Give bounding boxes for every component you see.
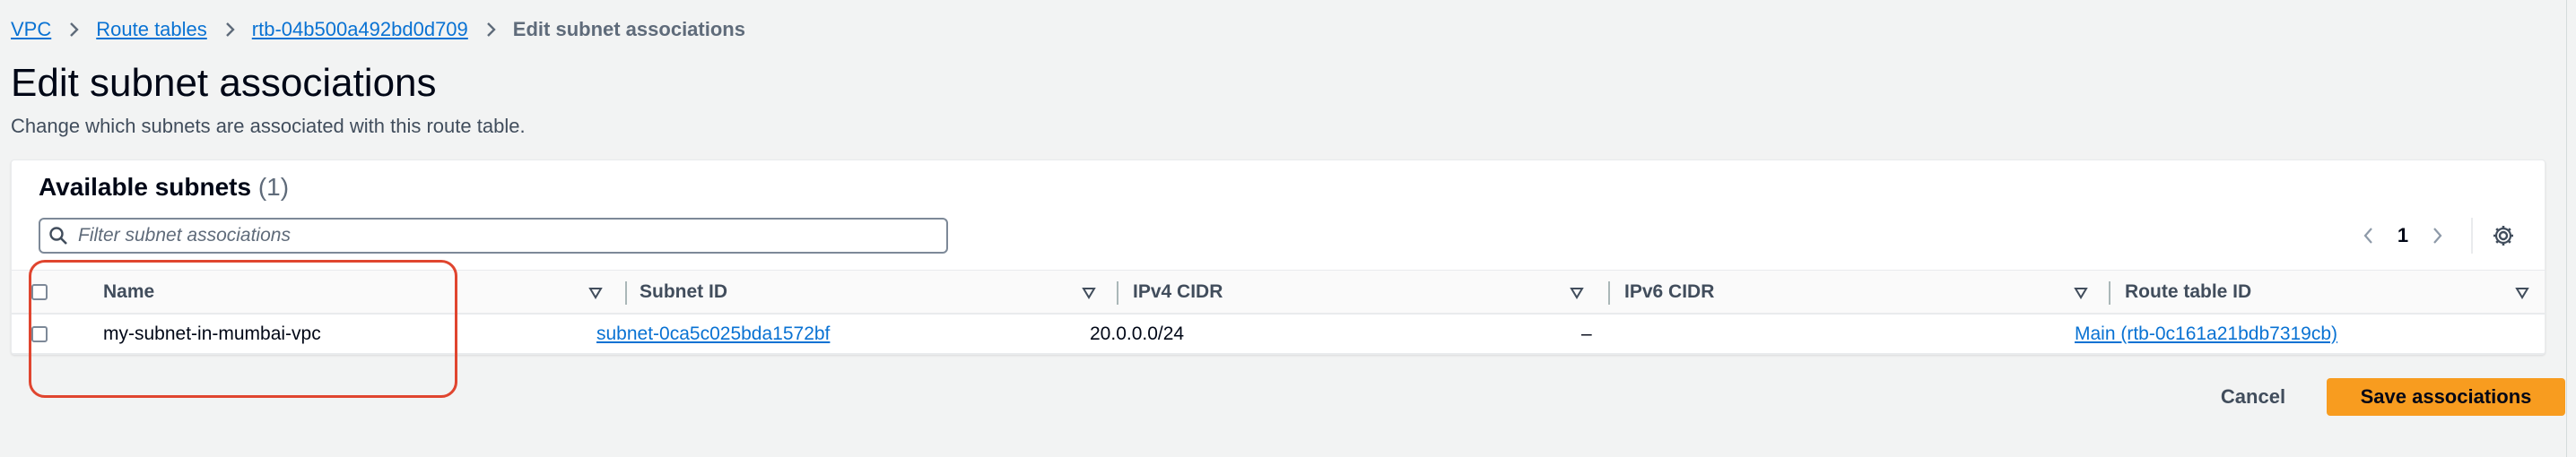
annotation-highlight-box <box>29 260 457 398</box>
ipv6-cidr-value: – <box>1581 323 1592 344</box>
subnet-id-link[interactable]: subnet-0ca5c025bda1572bf <box>596 315 830 353</box>
pagination: 1 <box>2353 220 2453 252</box>
right-edge-panel <box>2566 0 2576 457</box>
page-number[interactable]: 1 <box>2385 224 2421 247</box>
caret-down-icon[interactable] <box>1079 283 1099 303</box>
caret-down-icon[interactable] <box>2071 283 2091 303</box>
column-divider[interactable] <box>1117 281 1118 305</box>
chevron-right-icon[interactable] <box>2421 220 2453 252</box>
filter-box <box>39 218 948 254</box>
caret-down-icon[interactable] <box>586 283 605 303</box>
panel-header: Available subnets (1) <box>39 173 289 202</box>
breadcrumb-vpc-link[interactable]: VPC <box>11 18 51 41</box>
route-table-id-link[interactable]: Main (rtb-0c161a21bdb7319cb) <box>2075 315 2337 353</box>
caret-down-icon[interactable] <box>2512 283 2532 303</box>
breadcrumb: VPC Route tables rtb-04b500a492bd0d709 E… <box>11 16 745 43</box>
breadcrumb-route-table-link[interactable]: rtb-04b500a492bd0d709 <box>252 18 468 41</box>
caret-down-icon[interactable] <box>1567 283 1587 303</box>
page-title: Edit subnet associations <box>11 61 437 105</box>
gear-icon[interactable] <box>2485 220 2521 252</box>
column-divider[interactable] <box>2109 281 2110 305</box>
column-divider[interactable] <box>625 281 627 305</box>
save-associations-button[interactable]: Save associations <box>2327 378 2565 416</box>
chevron-right-icon <box>477 16 504 43</box>
chevron-right-icon <box>216 16 243 43</box>
column-header-ipv4-cidr[interactable]: IPv4 CIDR <box>1133 271 1223 313</box>
column-header-route-table-id[interactable]: Route table ID <box>2125 271 2251 313</box>
ipv4-cidr-value: 20.0.0.0/24 <box>1090 323 1185 344</box>
chevron-left-icon[interactable] <box>2353 220 2385 252</box>
column-divider[interactable] <box>1608 281 1610 305</box>
breadcrumb-route-tables-link[interactable]: Route tables <box>96 18 207 41</box>
search-icon <box>40 220 76 252</box>
cancel-button[interactable]: Cancel <box>2203 378 2303 416</box>
panel-count: (1) <box>257 173 290 201</box>
filter-input[interactable] <box>76 224 923 247</box>
panel-title: Available subnets <box>39 173 252 201</box>
page-description: Change which subnets are associated with… <box>11 115 526 137</box>
column-header-ipv6-cidr[interactable]: IPv6 CIDR <box>1624 271 1714 313</box>
column-header-subnet-id[interactable]: Subnet ID <box>640 271 727 313</box>
pager-divider <box>2471 218 2473 254</box>
breadcrumb-current: Edit subnet associations <box>512 18 745 40</box>
chevron-right-icon <box>60 16 87 43</box>
